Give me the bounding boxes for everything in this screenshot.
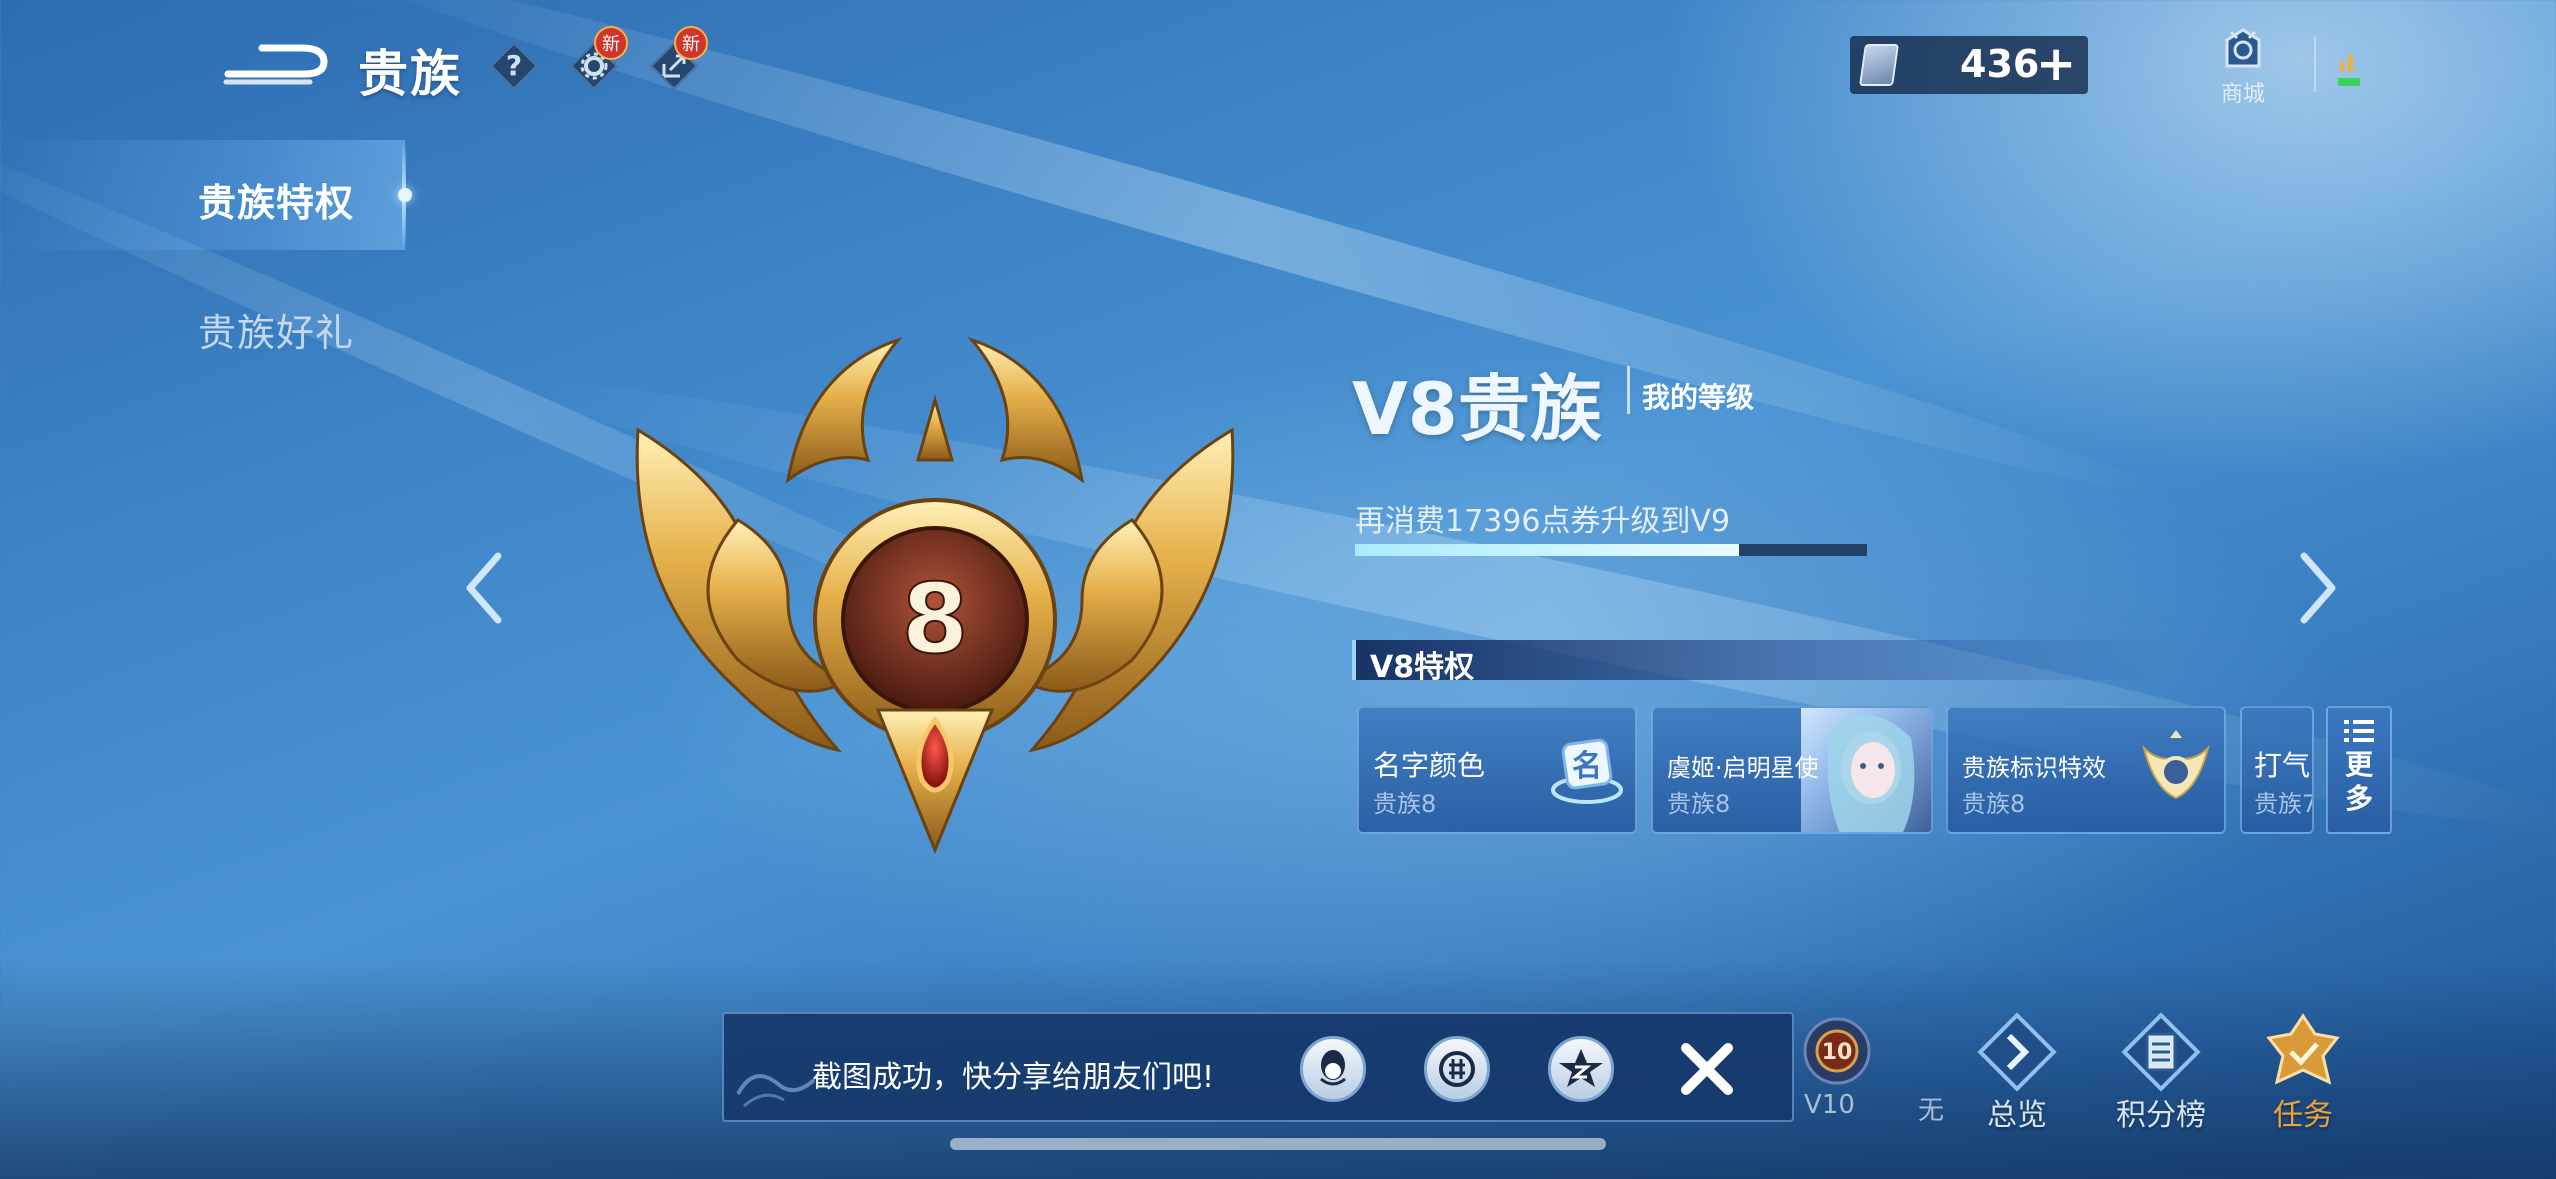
v10-badge-icon: 10 [1803, 1017, 1871, 1085]
sidebar-item-noble-privileges[interactable]: 贵族特权 [198, 172, 354, 227]
leaderboard-icon [2121, 1012, 2201, 1092]
share-button[interactable]: 新 [649, 26, 708, 91]
task-icon [2266, 1013, 2340, 1085]
more-label: 更 [2344, 748, 2373, 781]
page-title: 贵族 [358, 45, 462, 103]
privileges-header-label: V8特权 [1370, 650, 1475, 685]
share-wechat-moments-button[interactable] [1424, 1036, 1490, 1102]
noble-emblem-icon [2142, 730, 2210, 800]
privilege-card-skin[interactable]: 虞姬·启明星使 贵族8 [1651, 706, 1933, 834]
new-badge: 新 [674, 26, 708, 60]
v10-badge-number: 10 [1822, 1040, 1853, 1065]
next-level-arrow-icon[interactable] [2294, 548, 2344, 628]
svg-text:名: 名 [1572, 749, 1602, 784]
v10-level-tab[interactable]: 10 [1800, 1014, 1874, 1088]
badge-level-number: 8 [902, 563, 969, 675]
noble-level-title: V8贵族 [1352, 367, 1602, 451]
privilege-level: 贵族8 [1962, 790, 2026, 818]
settings-button[interactable]: 新 [569, 26, 628, 91]
privilege-name: 贵族标识特效 [1962, 754, 2106, 782]
more-label: 多 [2344, 782, 2373, 815]
privilege-level: 贵族8 [1667, 790, 1731, 818]
sidebar-active-dot [398, 188, 412, 202]
back-arrow-icon [223, 44, 328, 85]
help-button[interactable]: ? [489, 41, 539, 91]
partial-tab-label: 无 [1918, 1096, 1945, 1126]
recharge-plus-button[interactable]: + [2036, 38, 2076, 90]
upgrade-hint: 再消费17396点券升级到V9 [1355, 504, 1731, 539]
nav-leaderboard[interactable]: 积分榜 [2106, 1012, 2216, 1133]
privilege-name: 虞姬·启明星使 [1667, 754, 1819, 782]
coupon-amount: 436 [1960, 42, 2040, 86]
level-progress-fill [1355, 544, 1739, 556]
privileges-header: V8特权 [1352, 640, 2172, 685]
toast-message: 截图成功，快分享给朋友们吧! [812, 1060, 1215, 1095]
share-qzone-button[interactable] [1548, 1036, 1614, 1102]
nav-tasks[interactable]: 任务 [2248, 1012, 2358, 1133]
qzone-icon [1559, 1049, 1603, 1087]
back-button[interactable] [222, 38, 332, 92]
close-icon[interactable] [1672, 1034, 1742, 1104]
share-qq-button[interactable] [1300, 1036, 1366, 1102]
divider [1627, 366, 1630, 414]
cloud-swirl-decoration [736, 1074, 816, 1108]
hero-skin-portrait [1801, 708, 1931, 832]
nav-tasks-label: 任务 [2273, 1098, 2333, 1133]
wechat-moments-icon [1439, 1051, 1475, 1087]
hero-portrait-image [1827, 715, 1915, 832]
shop-label: 商城 [2220, 82, 2265, 107]
nav-leaderboard-label: 积分榜 [2116, 1098, 2206, 1133]
shop-icon [2225, 28, 2261, 68]
noble-level-badge: 8 [635, 336, 1235, 854]
more-privileges-button[interactable]: 更 多 [2326, 706, 2392, 834]
privilege-name: 名字颜色 [1373, 749, 1486, 782]
name-color-icon: 名 [1551, 738, 1623, 804]
privilege-level: 贵族8 [1373, 790, 1437, 818]
level-progress-bar [1355, 544, 1867, 556]
v10-label: V10 [1804, 1090, 1855, 1120]
sidebar-item-noble-gifts[interactable]: 贵族好礼 [198, 302, 354, 357]
coupon-balance: 436 + [1850, 36, 2088, 94]
nav-overview[interactable]: 总览 [1962, 1012, 2072, 1133]
prev-level-arrow-icon[interactable] [458, 548, 508, 628]
nav-overview-label: 总览 [1987, 1098, 2047, 1133]
list-icon [2344, 720, 2374, 742]
question-mark-icon: ? [505, 49, 523, 82]
privilege-card-emblem[interactable]: 贵族标识特效 贵族8 [1946, 706, 2226, 834]
privilege-level: 贵族7 [2254, 790, 2314, 818]
privilege-card-name-color[interactable]: 名字颜色 贵族8 名 [1357, 706, 1637, 834]
screenshot-share-toast: 截图成功，快分享给朋友们吧! [722, 1012, 1794, 1122]
privilege-name: 打气 [2254, 749, 2311, 782]
coupon-icon [1859, 44, 1899, 86]
network-signal-icon [2338, 54, 2360, 86]
new-badge: 新 [594, 26, 628, 60]
my-level-link[interactable]: 我的等级 [1642, 376, 1754, 416]
divider [2314, 36, 2316, 92]
shop-button[interactable]: 商城 [2208, 26, 2278, 107]
qq-icon [1320, 1050, 1346, 1086]
overview-icon [1977, 1012, 2057, 1092]
home-indicator[interactable] [950, 1138, 1606, 1150]
privilege-card-cheer[interactable]: 打气 贵族7 [2240, 706, 2314, 834]
